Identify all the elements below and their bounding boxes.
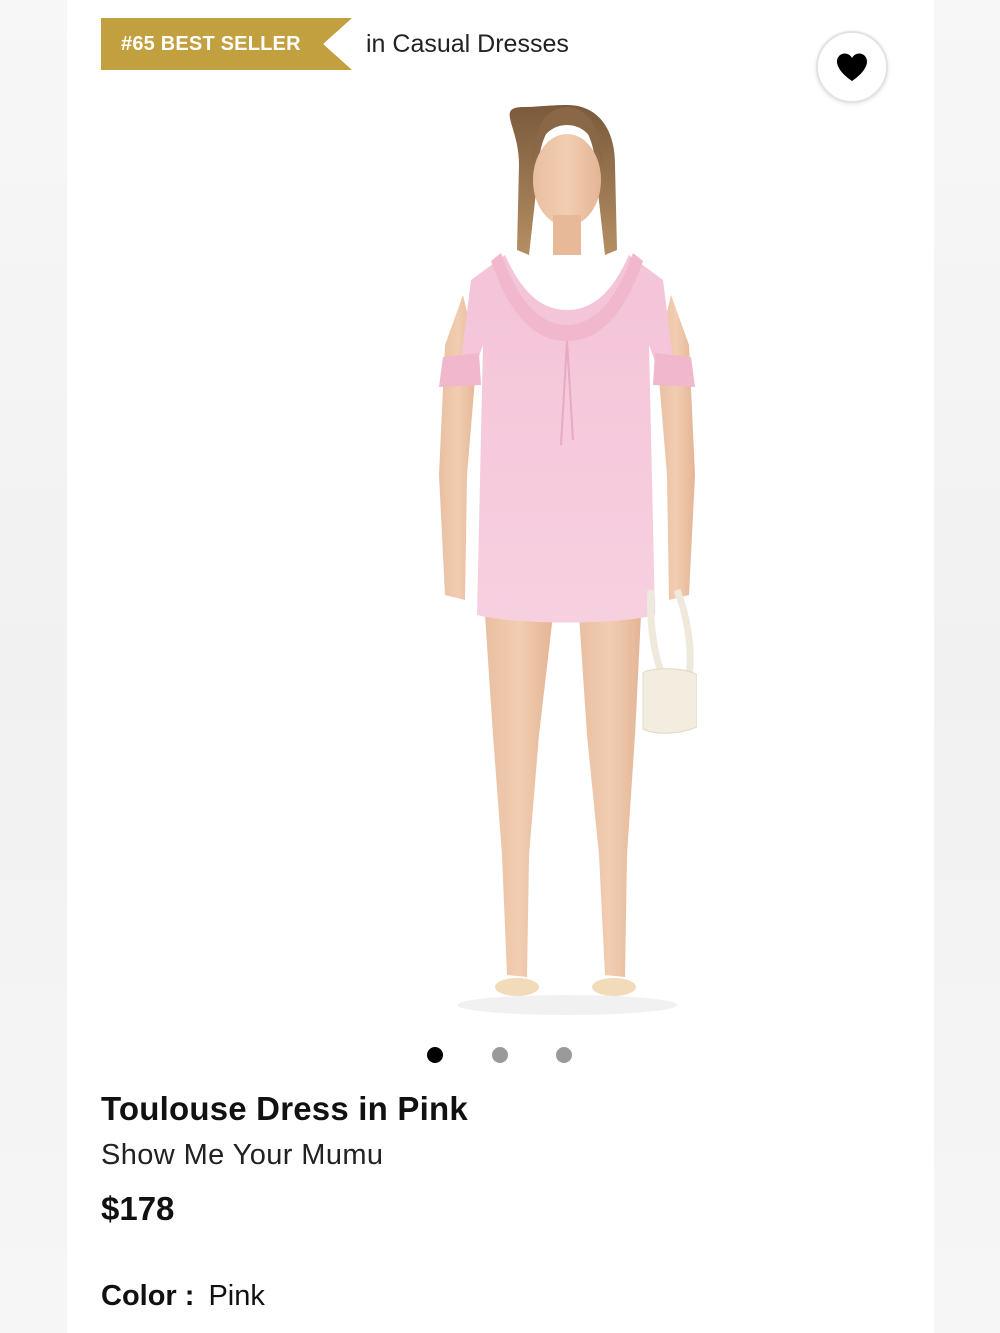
model-wearing-dress-illustration	[439, 105, 698, 1015]
heart-icon	[837, 53, 867, 81]
best-seller-badge: #65 BEST SELLER	[101, 18, 352, 70]
right-gutter	[934, 0, 1000, 1333]
wishlist-button[interactable]	[816, 31, 888, 103]
carousel-dots	[67, 1047, 934, 1063]
best-seller-category-link[interactable]: in Casual Dresses	[366, 28, 569, 60]
brand-link[interactable]: Show Me Your Mumu	[101, 1136, 383, 1174]
product-panel: #65 BEST SELLER in Casual Dresses Toulou…	[67, 0, 934, 1333]
product-image[interactable]	[317, 95, 698, 1035]
carousel-dot-3[interactable]	[556, 1047, 572, 1063]
color-label: Color :	[101, 1280, 195, 1312]
product-page: #65 BEST SELLER in Casual Dresses Toulou…	[0, 0, 1000, 1333]
color-value: Pink	[208, 1280, 265, 1312]
left-gutter	[0, 0, 67, 1333]
product-title: Toulouse Dress in Pink	[101, 1090, 468, 1127]
product-price: $178	[101, 1190, 175, 1227]
color-row: Color : Pink	[101, 1276, 265, 1316]
carousel-dot-1[interactable]	[427, 1047, 443, 1063]
carousel-dot-2[interactable]	[492, 1047, 508, 1063]
